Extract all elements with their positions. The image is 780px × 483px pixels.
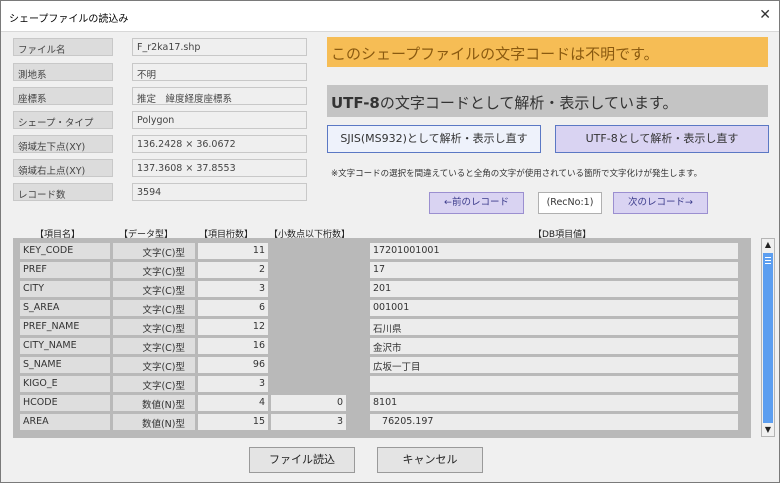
scroll-up-icon[interactable]: ▲ — [762, 239, 774, 251]
table-row: S_NAME 文字(C)型 96 広坂一丁目 — [13, 356, 751, 374]
field-value[interactable]: 001001 — [370, 300, 738, 316]
field-length: 3 — [198, 281, 268, 297]
record-number: (RecNo:1) — [538, 192, 602, 214]
field-length: 16 — [198, 338, 268, 354]
label-datum: 測地系 — [13, 63, 113, 81]
field-type: 数値(N)型 — [113, 395, 195, 411]
value-filename: F_r2ka17.shp — [132, 38, 307, 56]
scroll-down-icon[interactable]: ▼ — [762, 424, 774, 436]
field-name: S_NAME — [20, 357, 110, 373]
label-bbox-min: 領域左下点(XY) — [13, 135, 113, 153]
field-type: 文字(C)型 — [113, 319, 195, 335]
field-type: 文字(C)型 — [113, 376, 195, 392]
field-decimal — [271, 300, 346, 316]
field-name: PREF — [20, 262, 110, 278]
field-decimal — [271, 243, 346, 259]
grip-line — [765, 257, 771, 258]
grip-line — [765, 260, 771, 261]
dialog-window: シェープファイルの読込み ✕ ファイル名 F_r2ka17.shp 測地系 不明… — [0, 0, 780, 483]
value-record-count: 3594 — [132, 183, 307, 201]
field-name: S_AREA — [20, 300, 110, 316]
field-value[interactable]: 広坂一丁目 — [370, 357, 738, 373]
next-record-button[interactable]: 次のレコード→ — [613, 192, 708, 214]
table-row: KEY_CODE 文字(C)型 11 17201001001 — [13, 242, 751, 260]
label-coord-system: 座標系 — [13, 87, 113, 105]
field-name: CITY — [20, 281, 110, 297]
field-name: KEY_CODE — [20, 243, 110, 259]
field-type: 数値(N)型 — [113, 414, 195, 430]
field-grid: KEY_CODE 文字(C)型 11 17201001001 PREF 文字(C… — [13, 238, 751, 438]
field-type: 文字(C)型 — [113, 262, 195, 278]
value-bbox-min: 136.2428 × 36.0672 — [132, 135, 307, 153]
field-value[interactable]: 17 — [370, 262, 738, 278]
label-filename: ファイル名 — [13, 38, 113, 56]
prev-record-button[interactable]: ←前のレコード — [429, 192, 524, 214]
field-type: 文字(C)型 — [113, 357, 195, 373]
field-decimal — [271, 338, 346, 354]
field-length: 4 — [198, 395, 268, 411]
cancel-button[interactable]: キャンセル — [377, 447, 483, 473]
label-record-count: レコード数 — [13, 183, 113, 201]
value-datum: 不明 — [132, 63, 307, 81]
table-row: S_AREA 文字(C)型 6 001001 — [13, 299, 751, 317]
field-name: PREF_NAME — [20, 319, 110, 335]
field-length: 3 — [198, 376, 268, 392]
label-bbox-max: 領域右上点(XY) — [13, 159, 113, 177]
field-type: 文字(C)型 — [113, 281, 195, 297]
field-value[interactable]: 8101 — [370, 395, 738, 411]
table-row: PREF_NAME 文字(C)型 12 石川県 — [13, 318, 751, 336]
reparse-sjis-button[interactable]: SJIS(MS932)として解析・表示し直す — [327, 125, 541, 153]
field-decimal: 3 — [271, 414, 346, 430]
encoding-warning: このシェープファイルの文字コードは不明です。 — [327, 37, 768, 67]
close-icon[interactable]: ✕ — [759, 7, 771, 23]
field-length: 11 — [198, 243, 268, 259]
table-row: AREA 数値(N)型 15 3 76205.197 — [13, 413, 751, 431]
grid-scrollbar[interactable]: ▲ ▼ — [761, 238, 775, 437]
load-file-button[interactable]: ファイル読込 — [249, 447, 355, 473]
field-decimal — [271, 357, 346, 373]
encoding-name: UTF-8 — [331, 94, 380, 112]
reparse-utf8-button[interactable]: UTF-8として解析・表示し直す — [555, 125, 769, 153]
encoding-info: UTF-8の文字コードとして解析・表示しています。 — [327, 85, 768, 117]
field-length: 96 — [198, 357, 268, 373]
field-length: 15 — [198, 414, 268, 430]
field-name: HCODE — [20, 395, 110, 411]
field-name: KIGO_E — [20, 376, 110, 392]
field-name: CITY_NAME — [20, 338, 110, 354]
field-value[interactable] — [370, 376, 738, 392]
grip-line — [765, 263, 771, 264]
field-length: 12 — [198, 319, 268, 335]
field-decimal — [271, 281, 346, 297]
field-value[interactable]: 17201001001 — [370, 243, 738, 259]
scroll-thumb[interactable] — [763, 253, 773, 423]
table-row: CITY_NAME 文字(C)型 16 金沢市 — [13, 337, 751, 355]
window-title: シェープファイルの読込み — [9, 14, 129, 25]
table-row: PREF 文字(C)型 2 17 — [13, 261, 751, 279]
value-coord-system: 推定 緯度経度座標系 — [132, 87, 307, 105]
encoding-info-text: の文字コードとして解析・表示しています。 — [379, 94, 678, 112]
encoding-note: ※文字コードの選択を間違えていると全角の文字が使用されている箇所で文字化けが発生… — [331, 169, 703, 179]
field-length: 2 — [198, 262, 268, 278]
field-decimal: 0 — [271, 395, 346, 411]
field-length: 6 — [198, 300, 268, 316]
field-value[interactable]: 石川県 — [370, 319, 738, 335]
field-value[interactable]: 76205.197 — [370, 414, 738, 430]
field-name: AREA — [20, 414, 110, 430]
value-shape-type: Polygon — [132, 111, 307, 129]
table-row: KIGO_E 文字(C)型 3 — [13, 375, 751, 393]
label-shape-type: シェープ・タイプ — [13, 111, 113, 129]
table-row: CITY 文字(C)型 3 201 — [13, 280, 751, 298]
field-decimal — [271, 319, 346, 335]
table-row: HCODE 数値(N)型 4 0 8101 — [13, 394, 751, 412]
title-bar: シェープファイルの読込み ✕ — [1, 1, 779, 32]
field-value[interactable]: 201 — [370, 281, 738, 297]
field-decimal — [271, 262, 346, 278]
field-decimal — [271, 376, 346, 392]
field-type: 文字(C)型 — [113, 243, 195, 259]
value-bbox-max: 137.3608 × 37.8553 — [132, 159, 307, 177]
field-type: 文字(C)型 — [113, 300, 195, 316]
field-type: 文字(C)型 — [113, 338, 195, 354]
field-value[interactable]: 金沢市 — [370, 338, 738, 354]
